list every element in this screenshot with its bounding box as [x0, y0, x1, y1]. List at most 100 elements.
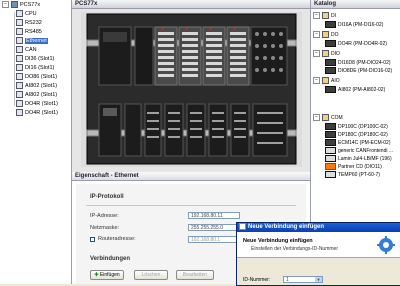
add-button-label: Einfügen: [99, 272, 120, 278]
dialog-titlebar[interactable]: Neue Verbindung einfügen: [237, 223, 400, 232]
device-illustration: [86, 13, 297, 165]
collapse-icon[interactable]: −: [313, 77, 320, 85]
device-canvas[interactable]: [81, 12, 302, 167]
tree-root[interactable]: − PCS77x: [2, 1, 40, 10]
tree-item-label: DI16 (Slot1): [25, 65, 55, 71]
ip-address-field[interactable]: 192.168.80.11: [188, 212, 240, 219]
cpu-icon: [16, 10, 23, 18]
delete-connection-button[interactable]: Löschen: [134, 270, 168, 280]
tree-item-can[interactable]: CAN: [16, 46, 37, 55]
gateway-checkbox[interactable]: [90, 237, 95, 242]
module-icon: [325, 123, 336, 131]
tree-item-module[interactable]: DO4R (Slot1): [16, 100, 58, 109]
catalog-item[interactable]: ECM14C (PM-ECM-02): [325, 139, 391, 147]
edit-connection-button[interactable]: Bearbeiten: [176, 270, 214, 280]
tree-item-module[interactable]: DI36 (Slot1): [16, 55, 54, 64]
catalog-group-label: AIO: [331, 78, 340, 84]
catalog-group-do[interactable]: − DO: [313, 31, 339, 39]
module-icon: [325, 147, 336, 155]
id-number-value: 1: [286, 277, 289, 283]
tree-item-ethernet[interactable]: Ethernet: [16, 37, 48, 46]
add-connection-button[interactable]: ✚ Einfügen: [90, 270, 124, 280]
tree-item-module[interactable]: DO86 (Slot1): [16, 73, 57, 82]
catalog-group-com[interactable]: − COM: [313, 114, 343, 122]
folder-icon: [322, 114, 329, 122]
tree-item-label: DI36 (Slot1): [25, 56, 55, 62]
module-icon: [325, 155, 336, 163]
collapse-icon[interactable]: −: [313, 50, 320, 58]
collapse-icon[interactable]: −: [313, 114, 320, 122]
catalog-group-aio[interactable]: − AIO: [313, 77, 340, 85]
catalog-group-label: DI: [331, 13, 336, 19]
module-icon: [325, 163, 336, 171]
tree-item-label: Ethernet: [25, 38, 48, 44]
module-icon: [325, 131, 336, 139]
module-icon: [16, 109, 23, 117]
folder-icon: [322, 12, 329, 20]
catalog-item-label: AI802 (PM-AI802-02): [338, 87, 386, 93]
module-icon: [16, 73, 23, 81]
catalog-title: Katalog: [311, 0, 400, 9]
catalog-group-dio[interactable]: − DIO: [313, 50, 340, 58]
catalog-item-label: TEMP60 (PT-60-7): [338, 172, 380, 178]
catalog-group-label: DIO: [331, 51, 340, 57]
catalog-item-label: ECM14C (PM-ECM-02): [338, 140, 391, 146]
tree-item-module[interactable]: AI802 (Slot1): [16, 82, 57, 91]
lower-module: [124, 103, 142, 157]
dialog-content: ID-Nummer: 1 ▼: [237, 258, 400, 285]
new-connection-dialog: Neue Verbindung einfügen Neue Verbindung…: [236, 222, 400, 286]
id-number-label: ID-Nummer:: [243, 277, 271, 283]
device-view-panel: PCS77x: [72, 0, 311, 172]
tree-item-cpu[interactable]: CPU: [16, 10, 37, 19]
collapse-icon[interactable]: −: [313, 12, 320, 20]
chevron-down-icon[interactable]: ▼: [315, 277, 322, 282]
tree-item-rs232[interactable]: RS232: [16, 19, 42, 28]
folder-icon: [322, 31, 329, 39]
catalog-item[interactable]: Partner CD (DIO11): [325, 163, 382, 171]
catalog-item[interactable]: DI16A (PM-DI16-02): [325, 21, 383, 29]
folder-icon: [322, 50, 329, 58]
catalog-group-di[interactable]: − DI: [313, 12, 336, 20]
module-icon: [325, 59, 336, 67]
catalog-item-label: DIO8DE (PM-DIO16-02): [338, 68, 393, 74]
dialog-title-text: Neue Verbindung einfügen: [248, 224, 325, 231]
collapse-icon[interactable]: −: [2, 1, 9, 9]
section-divider: [86, 205, 296, 206]
catalog-item[interactable]: TEMP60 (PT-60-7): [325, 171, 380, 179]
ip-label: IP-Adresse:: [90, 213, 119, 219]
catalog-item[interactable]: AI802 (PM-AI802-02): [325, 86, 385, 94]
catalog-item[interactable]: DO4R (PM-DO4R-02): [325, 40, 387, 48]
catalog-item[interactable]: DI16D8 (PM-DIO24-02): [325, 59, 391, 67]
project-tree-panel: − PCS77x CPU RS232 RS485 Ethernet CAN DI3…: [0, 0, 72, 284]
tree-item-module[interactable]: DI16 (Slot1): [16, 64, 54, 73]
catalog-item[interactable]: DIO8DE (PM-DIO16-02): [325, 67, 392, 75]
catalog-item[interactable]: DP100C (DP100C-02): [325, 123, 388, 131]
gateway-label: Routeradresse:: [98, 236, 136, 242]
catalog-item[interactable]: generic CANFrontendi ...: [325, 147, 393, 155]
catalog-item-label: DP180C (DP180C-02): [338, 132, 388, 138]
tree-item-rs485[interactable]: RS485: [16, 28, 42, 37]
catalog-item[interactable]: DP180C (DP180C-02): [325, 131, 388, 139]
section-connections: Verbindungen: [90, 256, 131, 262]
id-number-select[interactable]: 1 ▼: [283, 276, 323, 283]
tree-item-label: DO4R (Slot1): [25, 110, 59, 116]
catalog-item-label: DP100C (DP100C-02): [338, 124, 388, 130]
ethernet-port: [103, 108, 117, 116]
collapse-icon[interactable]: −: [313, 31, 320, 39]
bus-icon: [16, 46, 23, 54]
port-icon: [16, 19, 23, 27]
tree-item-module[interactable]: AI802 (Slot1): [16, 91, 57, 100]
module-icon: [16, 64, 23, 72]
section-ip-protocol: IP-Protokoll: [90, 194, 124, 200]
module-icon: [325, 21, 336, 29]
gear-icon: [377, 236, 395, 254]
netmask-field[interactable]: 255.255.255.0: [188, 224, 240, 231]
gateway-field[interactable]: 192.168.80.1: [188, 236, 240, 243]
catalog-item[interactable]: Lamin Jul4-LB/MF (196): [325, 155, 392, 163]
module-face: [103, 32, 127, 42]
plus-icon: ✚: [94, 272, 99, 278]
tree-item-module[interactable]: DO4R (Slot1): [16, 109, 58, 118]
tree-item-label: CPU: [25, 11, 37, 17]
device-view-title: PCS77x: [72, 0, 310, 9]
folder-icon: [322, 77, 329, 85]
